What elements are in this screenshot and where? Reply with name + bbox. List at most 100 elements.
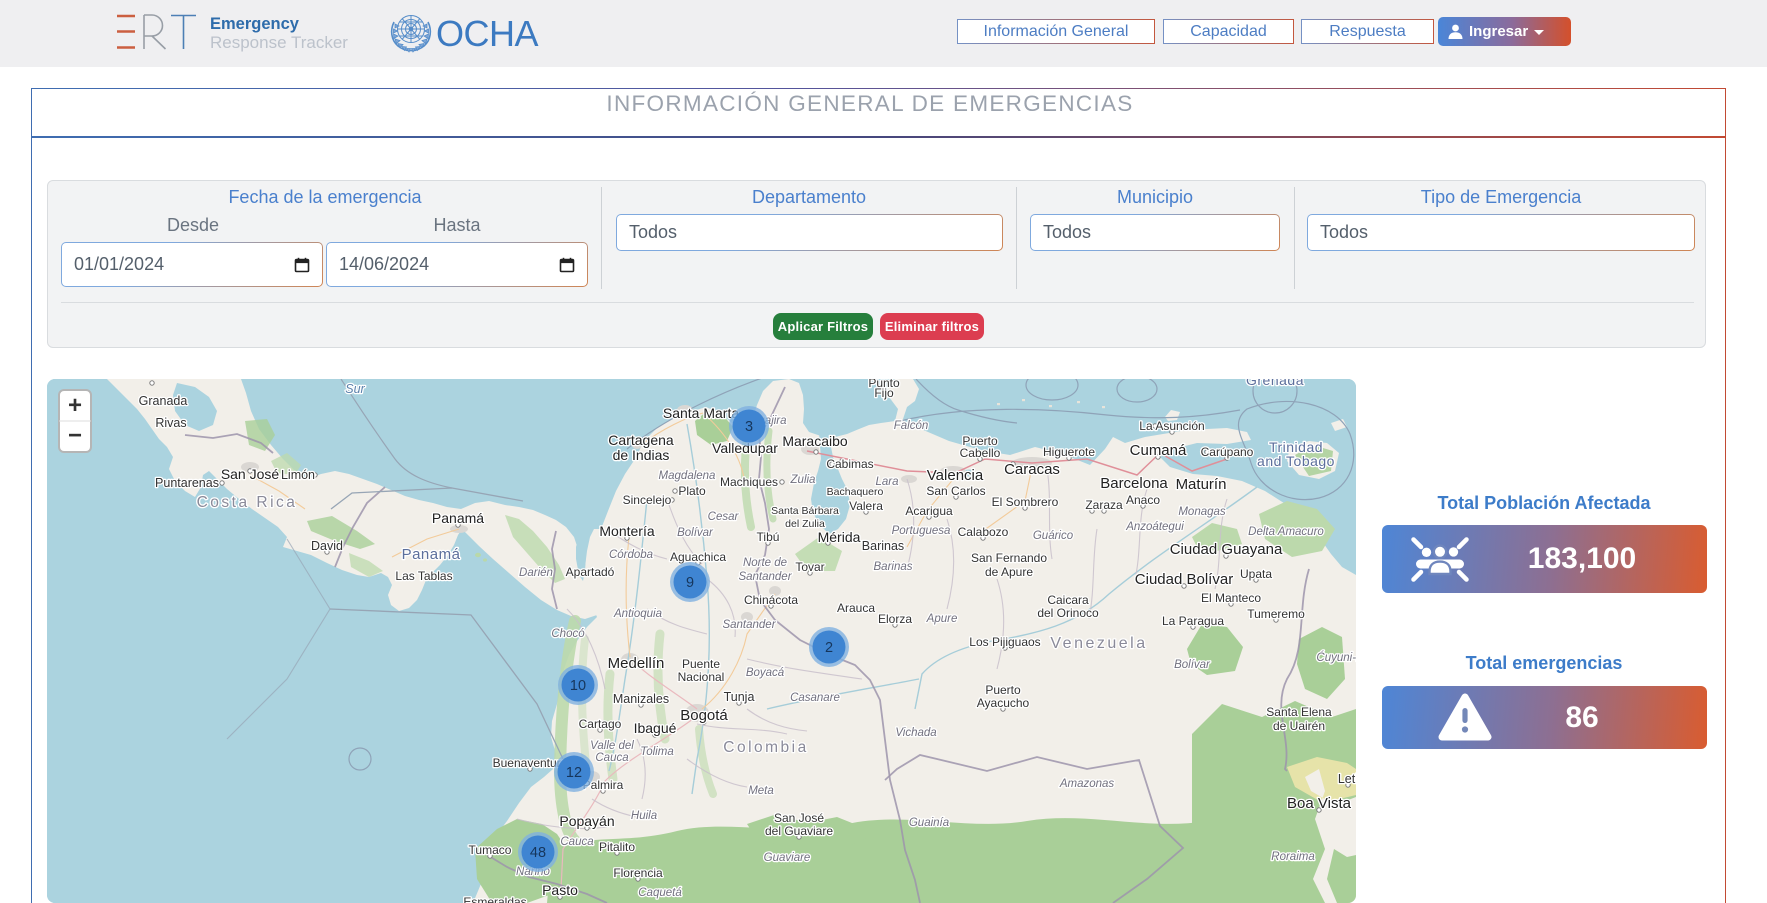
svg-text:Caracas: Caracas (1004, 461, 1060, 478)
svg-text:+: + (68, 392, 82, 419)
svg-text:Medellín: Medellín (608, 655, 665, 672)
svg-text:Santander: Santander (722, 619, 776, 631)
svg-text:Barinas: Barinas (862, 539, 904, 553)
svg-text:Pitalito: Pitalito (599, 840, 635, 854)
svg-text:Leth: Leth (1338, 772, 1356, 786)
svg-text:Valle del: Valle del (590, 740, 634, 752)
svg-text:Cauca: Cauca (560, 836, 593, 848)
svg-text:San José: San José (774, 811, 824, 825)
svg-text:Pasto: Pasto (542, 882, 578, 898)
svg-text:Zulia: Zulia (790, 474, 816, 486)
svg-text:Puente: Puente (682, 657, 720, 671)
svg-text:Ibagué: Ibagué (634, 720, 677, 736)
svg-text:Zaraza: Zaraza (1085, 498, 1123, 512)
svg-text:Aguachica: Aguachica (670, 550, 726, 564)
svg-text:San Carlos: San Carlos (926, 484, 985, 498)
svg-text:Tovar: Tovar (795, 560, 824, 574)
svg-text:Montería: Montería (599, 523, 654, 539)
svg-text:del Orinoco: del Orinoco (1037, 606, 1099, 620)
svg-text:Sur: Sur (345, 382, 365, 396)
svg-text:Falcón: Falcón (894, 420, 929, 432)
svg-text:de Apure: de Apure (985, 565, 1033, 579)
svg-text:Barinas: Barinas (874, 561, 913, 573)
svg-text:Ciudad Bolívar: Ciudad Bolívar (1135, 571, 1233, 588)
svg-text:Cartagena: Cartagena (608, 432, 674, 448)
svg-text:3: 3 (745, 419, 753, 435)
svg-text:Arauca: Arauca (837, 601, 875, 615)
svg-text:Maracaibo: Maracaibo (782, 433, 848, 449)
svg-text:Casanare: Casanare (790, 692, 840, 704)
svg-text:Boa Vista: Boa Vista (1287, 795, 1352, 812)
svg-text:Sincelejo: Sincelejo (623, 493, 672, 507)
svg-text:de Uairén: de Uairén (1273, 719, 1325, 733)
svg-text:Costa Rica: Costa Rica (197, 494, 298, 511)
svg-text:Bolívar: Bolívar (677, 527, 714, 539)
svg-text:Valera: Valera (849, 499, 883, 513)
svg-text:Upata: Upata (1240, 567, 1272, 581)
svg-text:Venezuela: Venezuela (1050, 635, 1147, 652)
svg-text:Florencia: Florencia (613, 866, 663, 880)
svg-text:Norte de: Norte de (743, 557, 787, 569)
svg-text:El Manteco: El Manteco (1201, 591, 1261, 605)
svg-text:Cartago: Cartago (579, 717, 622, 731)
svg-text:Santa Bárbara: Santa Bárbara (771, 505, 839, 517)
svg-text:Cabello: Cabello (960, 446, 1001, 460)
svg-text:Chocó: Chocó (551, 628, 585, 640)
svg-text:Monagas: Monagas (1178, 506, 1226, 518)
svg-text:Magdalena: Magdalena (659, 470, 716, 482)
svg-text:Tumeremo: Tumeremo (1247, 607, 1305, 621)
svg-text:Plato: Plato (678, 484, 706, 498)
svg-text:San José: San José (221, 466, 280, 482)
svg-text:Cauca: Cauca (595, 752, 628, 764)
svg-text:Guainía: Guainía (909, 817, 949, 829)
svg-text:Los Pijiguaos: Los Pijiguaos (969, 635, 1040, 649)
svg-text:Carúpano: Carúpano (1201, 445, 1254, 459)
svg-text:Manizales: Manizales (613, 692, 669, 706)
svg-text:Cesar: Cesar (708, 511, 740, 523)
svg-text:Tumaco: Tumaco (469, 843, 512, 857)
svg-text:Anaco: Anaco (1126, 493, 1160, 507)
svg-text:Caicara: Caicara (1047, 593, 1089, 607)
svg-text:Boyacá: Boyacá (746, 667, 785, 679)
svg-text:La Asunción: La Asunción (1139, 419, 1204, 433)
svg-text:Maturín: Maturín (1176, 476, 1227, 493)
svg-text:Nacional: Nacional (678, 670, 725, 684)
svg-text:Tunja: Tunja (724, 690, 755, 704)
svg-text:Machiques: Machiques (720, 475, 778, 489)
svg-text:Caquetá: Caquetá (638, 887, 682, 899)
svg-text:Huila: Huila (631, 810, 657, 822)
svg-text:Elorza: Elorza (878, 612, 912, 626)
svg-text:Barcelona: Barcelona (1100, 475, 1168, 492)
svg-text:and Tobago: and Tobago (1257, 453, 1335, 469)
svg-text:Puerto: Puerto (985, 683, 1021, 697)
svg-text:San Fernando: San Fernando (971, 551, 1047, 565)
svg-text:Acarigua: Acarigua (905, 504, 953, 518)
svg-text:Limón: Limón (281, 468, 315, 482)
svg-text:Delta Amacuro: Delta Amacuro (1248, 526, 1324, 538)
svg-text:Bogotá: Bogotá (680, 707, 728, 724)
svg-text:Ayacucho: Ayacucho (977, 696, 1030, 710)
svg-text:Tibú: Tibú (757, 530, 780, 544)
svg-text:Guárico: Guárico (1033, 530, 1074, 542)
svg-text:Popayán: Popayán (559, 813, 614, 829)
svg-text:La Paragua: La Paragua (1162, 614, 1224, 628)
svg-text:Granada: Granada (139, 394, 188, 408)
svg-text:48: 48 (530, 845, 546, 861)
svg-text:−: − (68, 422, 82, 449)
svg-text:Ciudad Guayana: Ciudad Guayana (1170, 541, 1283, 558)
svg-text:10: 10 (570, 678, 586, 694)
svg-text:Colombia: Colombia (723, 739, 808, 756)
svg-text:Higuerote: Higuerote (1043, 445, 1095, 459)
svg-text:David: David (311, 539, 343, 553)
svg-text:Apure: Apure (926, 613, 958, 625)
svg-text:Meta: Meta (748, 785, 774, 797)
svg-text:Apartadó: Apartadó (566, 565, 615, 579)
svg-text:Anzoátegui: Anzoátegui (1125, 521, 1184, 533)
svg-text:Ćuyuni-M: Ćuyuni-M (1316, 651, 1356, 664)
svg-text:9: 9 (686, 575, 694, 591)
svg-text:Santa Elena: Santa Elena (1266, 705, 1332, 719)
svg-text:Amazonas: Amazonas (1059, 778, 1115, 790)
svg-text:Tolima: Tolima (640, 746, 673, 758)
svg-text:Panamá: Panamá (402, 546, 461, 563)
svg-text:Darién: Darién (519, 567, 553, 579)
